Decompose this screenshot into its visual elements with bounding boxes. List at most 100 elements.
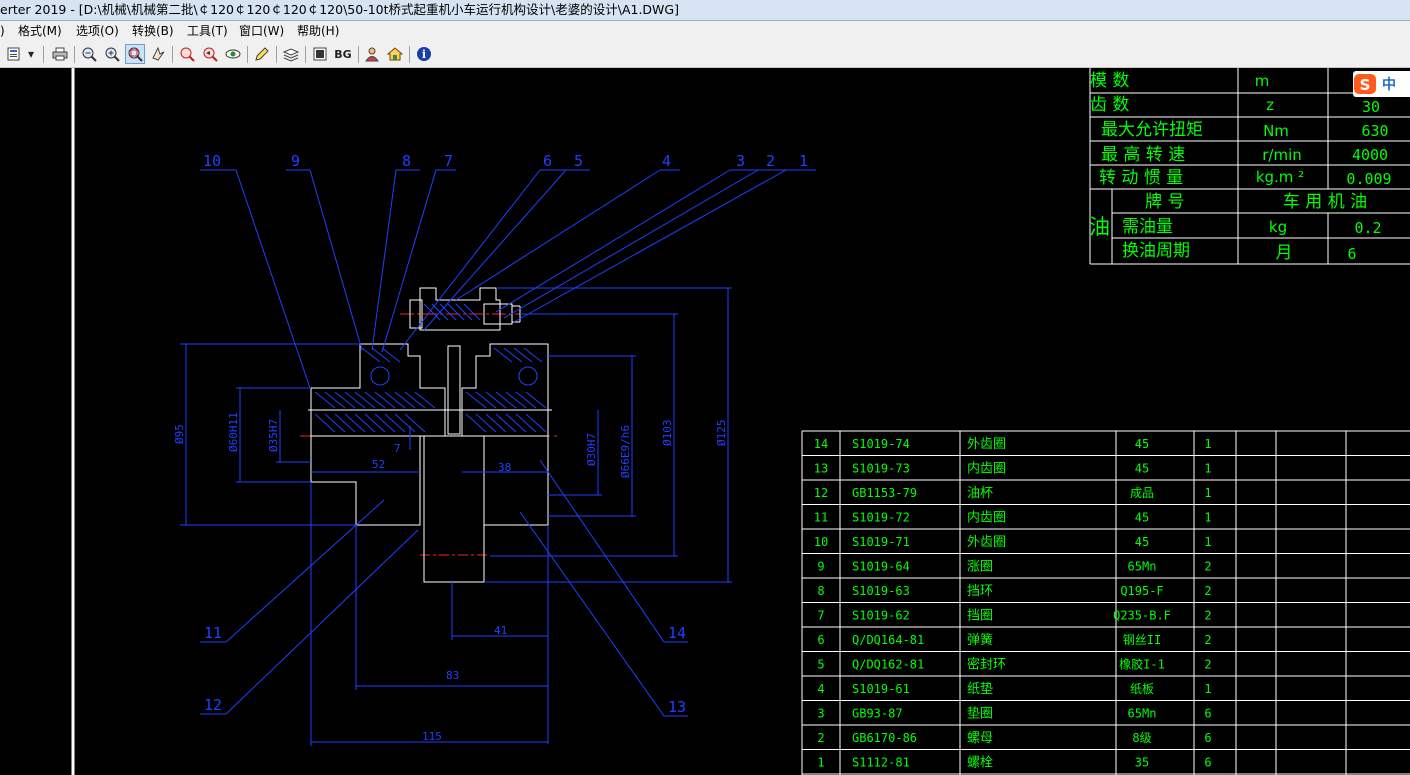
parameter-table: 模 数 齿 数 最大允许扭矩 最 高 转 速 转 动 惯 量 牌 号 需油量 换…	[1089, 68, 1410, 265]
dimension-labels: Ø95 Ø60H11 Ø35H7 Ø30H7 Ø66E9/h6 Ø103 Ø12…	[173, 412, 728, 743]
dim-label-83: 83	[446, 669, 459, 682]
ime-indicator[interactable]: S 中	[1353, 71, 1410, 97]
parts-cell-qty: 1	[1204, 437, 1211, 451]
param-name: 转 动 惯 量	[1099, 168, 1183, 188]
parts-cell-name: 涨圈	[967, 560, 993, 575]
left-hub-upper	[310, 343, 446, 437]
info-icon[interactable]: i	[414, 44, 434, 64]
parts-cell-material: 8级	[1132, 731, 1151, 745]
layout-dropdown-button[interactable]: ▾	[24, 44, 38, 64]
menu-item-tools[interactable]: 工具(T)	[187, 21, 228, 42]
parts-cell-no: 2	[817, 731, 824, 745]
part-label: 14	[668, 624, 686, 642]
bg-button[interactable]: BG	[332, 44, 354, 64]
param-name: 最大允许扭矩	[1101, 120, 1203, 140]
leader-10	[235, 169, 311, 389]
part-label: 13	[668, 698, 686, 716]
menu-item-view[interactable]: )	[0, 21, 5, 42]
layout-icon[interactable]	[4, 44, 24, 64]
center-pin	[447, 345, 461, 435]
zoom-previous-icon[interactable]	[200, 44, 220, 64]
background-color-icon[interactable]	[310, 44, 330, 64]
menu-item-format[interactable]: 格式(M)	[18, 21, 62, 42]
toolbar-separator	[409, 46, 410, 63]
menu-bar: ) 格式(M) 选项(O) 转换(B) 工具(T) 窗口(W) 帮助(H)	[0, 21, 1410, 42]
parts-cell-qty: 2	[1204, 609, 1211, 623]
dim-label-d66: Ø66E9/h6	[619, 425, 632, 478]
parts-cell-qty: 1	[1204, 511, 1211, 525]
toolbar-separator	[247, 46, 248, 63]
leader-4	[455, 169, 661, 301]
param-unit: Nm	[1263, 122, 1289, 140]
home-icon[interactable]	[385, 44, 405, 64]
toolbar-separator	[74, 46, 75, 63]
dim-label-d60: Ø60H11	[227, 412, 240, 452]
parts-cell-name: 纸垫	[967, 681, 993, 697]
menu-item-convert[interactable]: 转换(B)	[132, 21, 174, 42]
coupling-assembly	[180, 169, 816, 746]
dim-label-41: 41	[494, 624, 507, 637]
dim-label-d125: Ø125	[715, 420, 728, 447]
param-unit: z	[1266, 96, 1274, 114]
param-value: 6	[1347, 245, 1356, 263]
parts-cell-code: GB93-87	[852, 707, 903, 721]
drawing-canvas[interactable]: 10 9 8 7 6 5 4 3 2 1 11 12 13 14 Ø95 Ø60…	[0, 68, 1410, 775]
zoom-window-icon[interactable]	[125, 44, 145, 64]
toolbar-separator	[358, 46, 359, 63]
param-name: 换油周期	[1122, 241, 1190, 261]
hatch-flange	[423, 303, 481, 321]
parts-cell-no: 8	[817, 584, 824, 598]
seal-ring-left	[370, 366, 390, 386]
parts-cell-material: 成品	[1130, 486, 1154, 500]
part-label: 6	[543, 152, 552, 170]
pan-icon[interactable]	[148, 44, 168, 64]
layers-icon[interactable]	[281, 44, 301, 64]
dim-label-d103: Ø103	[661, 420, 674, 447]
zoom-in-icon[interactable]	[102, 44, 122, 64]
param-value: 0.2	[1354, 219, 1381, 237]
parts-cell-name: 外齿圈	[967, 535, 1006, 550]
part-label: 3	[736, 152, 745, 170]
zoom-out-icon[interactable]	[79, 44, 99, 64]
highlight-pen-icon[interactable]	[252, 44, 272, 64]
leader-2	[503, 169, 759, 319]
view-eye-icon[interactable]	[223, 44, 243, 64]
parts-cell-code: GB6170-86	[852, 731, 917, 745]
parts-cell-qty: 6	[1204, 756, 1211, 770]
param-unit: kg.m ²	[1256, 168, 1304, 186]
parts-cell-no: 9	[817, 560, 824, 574]
param-unit: 月	[1276, 243, 1293, 263]
zoom-extents-icon[interactable]	[177, 44, 197, 64]
parts-cell-qty: 2	[1204, 633, 1211, 647]
parts-cell-name: 螺栓	[967, 756, 993, 771]
window-title: erter 2019 - [D:\机械\机械第二批\￠120￠120￠120￠1…	[0, 2, 679, 17]
param-unit: 车 用 机 油	[1283, 192, 1367, 212]
right-hub-lower	[483, 436, 549, 526]
parts-cell-code: S1019-71	[852, 535, 910, 549]
hatch-seal-right	[493, 347, 543, 363]
parts-rows: 14 S1019-74 外齿圈 45 113 S1019-73 内齿圈 45 112 GB1153…	[802, 437, 1410, 775]
param-value: 4000	[1352, 146, 1388, 164]
part-label: 7	[444, 152, 453, 170]
parts-cell-material: 45	[1135, 462, 1149, 476]
param-name: 牌 号	[1145, 192, 1184, 212]
part-label: 10	[203, 152, 221, 170]
param-unit: r/min	[1262, 146, 1302, 164]
menu-item-help[interactable]: 帮助(H)	[297, 21, 339, 42]
parts-cell-material: 钢丝II	[1123, 633, 1161, 647]
info-glyph: i	[422, 48, 426, 61]
leader-7	[381, 169, 437, 353]
parts-cell-name: 油杯	[967, 486, 993, 501]
param-unit: m	[1255, 72, 1270, 90]
menu-item-window[interactable]: 窗口(W)	[239, 21, 284, 42]
leader-14	[539, 459, 665, 643]
leader-5	[423, 169, 567, 331]
parts-cell-name: 挡环	[967, 584, 993, 599]
menu-item-options[interactable]: 选项(O)	[76, 21, 119, 42]
parts-cell-no: 13	[814, 462, 828, 476]
parts-cell-name: 外齿圈	[967, 437, 1006, 452]
param-name: 模 数	[1090, 71, 1129, 91]
users-icon[interactable]	[362, 44, 382, 64]
print-icon[interactable]	[50, 44, 70, 64]
sleeve-lower	[423, 435, 485, 583]
